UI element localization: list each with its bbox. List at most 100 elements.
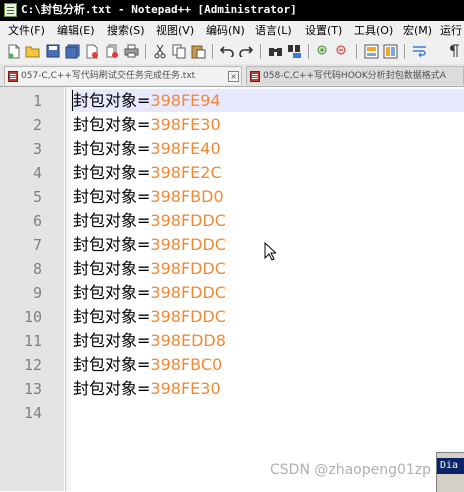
toolbar-separator — [212, 44, 213, 59]
watermark: CSDN @zhaopeng01zp — [270, 462, 432, 478]
code-line[interactable]: 封包对象=398FBD0 — [73, 185, 224, 209]
line-number: 1 — [32, 92, 42, 110]
code-equals: = — [137, 139, 151, 158]
code-equals: = — [137, 187, 151, 206]
code-line[interactable]: 封包对象=398FE94 — [73, 89, 221, 113]
tab-file-057[interactable]: 057-C,C++写代码刷试交任务完成任务.txt × — [4, 66, 242, 85]
show-all-chars-icon[interactable] — [446, 43, 462, 59]
code-label: 封包对象 — [73, 259, 138, 278]
close-all-icon[interactable] — [104, 43, 120, 59]
save-all-icon[interactable] — [64, 43, 80, 59]
zoom-in-icon[interactable] — [315, 43, 331, 59]
zoom-out-icon[interactable] — [334, 43, 350, 59]
code-label: 封包对象 — [73, 139, 138, 158]
menu-language[interactable]: 语言(L) — [255, 24, 292, 37]
code-equals: = — [137, 91, 151, 110]
line-number: 13 — [23, 380, 42, 398]
code-value: 398FDDC — [150, 259, 226, 278]
code-value: 398FE30 — [150, 379, 221, 398]
code-line[interactable]: 封包对象=398FDDC — [73, 305, 226, 329]
tab-label: 057-C,C++写代码刷试交任务完成任务.txt — [21, 71, 196, 81]
menu-tools[interactable]: 工具(O) — [354, 24, 393, 37]
code-line[interactable]: 封包对象=398FDDC — [73, 257, 226, 281]
code-line[interactable]: 封包对象=398FE30 — [73, 113, 221, 137]
code-equals: = — [137, 283, 151, 302]
menu-settings[interactable]: 设置(T) — [305, 24, 342, 37]
undo-icon[interactable] — [219, 43, 235, 59]
tab-file-058[interactable]: 058-C,C++写代码HOOK分析封包数据格式A — [246, 66, 464, 85]
replace-icon[interactable] — [286, 43, 302, 59]
code-label: 封包对象 — [73, 355, 138, 374]
tab-close-icon[interactable]: × — [228, 71, 239, 82]
dialog-window-fragment[interactable]: Dia — [436, 452, 464, 492]
code-label: 封包对象 — [73, 331, 138, 350]
code-equals: = — [137, 115, 151, 134]
code-equals: = — [137, 235, 151, 254]
toolbar-separator — [308, 44, 309, 59]
menu-run[interactable]: 运行 — [440, 24, 462, 37]
line-number: 9 — [32, 284, 42, 302]
find-icon[interactable] — [267, 43, 283, 59]
fold-margin — [66, 87, 71, 491]
menu-macro[interactable]: 宏(M) — [403, 24, 432, 37]
line-number: 12 — [23, 356, 42, 374]
code-line[interactable]: 封包对象=398FE40 — [73, 137, 221, 161]
code-label: 封包对象 — [73, 115, 138, 134]
code-label: 封包对象 — [73, 379, 138, 398]
menu-bar: 文件(F) 编辑(E) 搜索(S) 视图(V) 编码(N) 语言(L) 设置(T… — [0, 21, 464, 40]
save-icon[interactable] — [45, 43, 61, 59]
code-equals: = — [137, 163, 151, 182]
saved-file-icon — [8, 71, 18, 82]
code-label: 封包对象 — [73, 283, 138, 302]
code-equals: = — [137, 259, 151, 278]
window-title: C:\封包分析.txt - Notepad++ [Administrator] — [21, 3, 297, 16]
line-number: 11 — [23, 332, 42, 350]
open-file-icon[interactable] — [25, 43, 41, 59]
paste-icon[interactable] — [190, 43, 206, 59]
code-line[interactable]: 封包对象=398FE2C — [73, 161, 222, 185]
sync-h-icon[interactable] — [382, 43, 398, 59]
code-line[interactable]: 封包对象=398FDDC — [73, 281, 226, 305]
menu-search[interactable]: 搜索(S) — [107, 24, 145, 37]
line-number: 14 — [23, 404, 42, 422]
code-value: 398FE2C — [150, 163, 222, 182]
code-equals: = — [137, 307, 151, 326]
print-icon[interactable] — [123, 43, 139, 59]
saved-file-icon — [250, 71, 260, 82]
line-number: 3 — [32, 140, 42, 158]
code-line[interactable]: 封包对象=398FE30 — [73, 377, 221, 401]
code-equals: = — [137, 211, 151, 230]
line-number: 4 — [32, 164, 42, 182]
code-line[interactable]: 封包对象=398EDD8 — [73, 329, 226, 353]
copy-icon[interactable] — [171, 43, 187, 59]
word-wrap-icon[interactable] — [411, 43, 427, 59]
toolbar-separator — [404, 44, 405, 59]
redo-icon[interactable] — [238, 43, 254, 59]
tab-label: 058-C,C++写代码HOOK分析封包数据格式A — [263, 71, 446, 81]
code-value: 398FBD0 — [150, 187, 224, 206]
code-label: 封包对象 — [73, 91, 138, 110]
code-equals: = — [137, 379, 151, 398]
line-number: 10 — [23, 308, 42, 326]
sync-v-icon[interactable] — [363, 43, 379, 59]
menu-view[interactable]: 视图(V) — [156, 24, 194, 37]
menu-file[interactable]: 文件(F) — [8, 24, 45, 37]
code-line[interactable]: 封包对象=398FBC0 — [73, 353, 222, 377]
code-line[interactable]: 封包对象=398FDDC — [73, 233, 226, 257]
code-value: 398FDDC — [150, 211, 226, 230]
notepad-app-icon[interactable] — [4, 3, 17, 17]
toolbar-separator — [356, 44, 357, 59]
toolbar-separator — [260, 44, 261, 59]
code-value: 398FDDC — [150, 307, 226, 326]
cut-icon[interactable] — [152, 43, 168, 59]
menu-edit[interactable]: 编辑(E) — [57, 24, 95, 37]
menu-encoding[interactable]: 编码(N) — [206, 24, 245, 37]
toolbar-separator — [145, 44, 146, 59]
code-label: 封包对象 — [73, 235, 138, 254]
close-icon[interactable] — [84, 43, 100, 59]
code-label: 封包对象 — [73, 187, 138, 206]
code-line[interactable]: 封包对象=398FDDC — [73, 209, 226, 233]
code-value: 398FDDC — [150, 235, 226, 254]
code-label: 封包对象 — [73, 307, 138, 326]
new-file-icon[interactable] — [6, 43, 22, 59]
